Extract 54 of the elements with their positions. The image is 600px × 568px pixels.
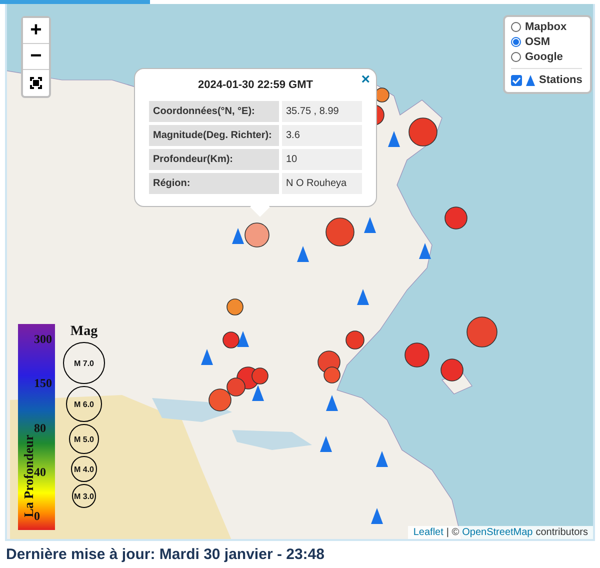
last-update-text: Dernière mise à jour: Mardi 30 janvier - 23:48: [5, 545, 326, 565]
earthquake-marker[interactable]: [444, 206, 468, 230]
scale-label: 40: [34, 464, 47, 479]
magnitude-circle: M 5.0: [69, 424, 99, 454]
earthquake-marker[interactable]: [244, 222, 270, 248]
table-cell: Magnitude(Deg. Richter):: [149, 125, 279, 146]
scale-label: 80: [34, 420, 47, 435]
layer-label[interactable]: Mapbox: [525, 21, 567, 33]
table-cell: Coordonnées(°N, °E):: [149, 101, 279, 122]
overlay-label[interactable]: Stations: [539, 74, 582, 86]
station-icon[interactable]: [252, 385, 264, 401]
radio-button[interactable]: [511, 22, 521, 32]
magnitude-circle: M 4.0: [71, 456, 97, 482]
station-icon: [526, 74, 535, 86]
radio-button[interactable]: [511, 52, 521, 62]
scale-label: 300: [34, 332, 52, 347]
legend-title: Mag: [70, 324, 98, 340]
earthquake-marker[interactable]: [346, 330, 364, 350]
table-cell: 35.75 , 8.99: [282, 101, 362, 122]
leaflet-link[interactable]: Leaflet: [413, 527, 444, 538]
attribution-text: | ©: [446, 527, 460, 538]
scale-label: 0: [34, 509, 41, 524]
earthquake-marker[interactable]: [408, 118, 438, 146]
fullscreen-icon[interactable]: [30, 77, 42, 89]
layer-label[interactable]: Google: [525, 51, 563, 63]
close-button[interactable]: ×: [361, 71, 370, 88]
earthquake-marker[interactable]: [208, 388, 232, 412]
openstreetmap-link[interactable]: OpenStreetMap: [462, 527, 533, 538]
earthquake-marker[interactable]: [226, 378, 246, 396]
earthquake-marker[interactable]: [324, 366, 340, 384]
table-cell: 3.6: [282, 125, 362, 146]
earthquake-marker[interactable]: [404, 342, 430, 368]
scale-label: 150: [34, 376, 52, 392]
checkbox[interactable]: [511, 74, 522, 86]
station-icon[interactable]: [237, 331, 249, 347]
zoom-in-button[interactable]: +: [23, 18, 49, 44]
earthquake-marker[interactable]: [222, 332, 240, 348]
layer-label[interactable]: OSM: [525, 36, 550, 48]
earthquake-marker[interactable]: [326, 218, 354, 246]
table-cell: 10: [282, 149, 362, 170]
earthquake-marker[interactable]: [252, 368, 268, 384]
magnitude-circle: M 7.0: [63, 342, 105, 384]
earthquake-marker[interactable]: [466, 316, 498, 348]
table-cell: Profondeur(Km):: [149, 149, 279, 170]
table-cell: Région:: [149, 173, 279, 194]
table-cell: N O Rouheya: [282, 173, 362, 194]
earthquake-marker[interactable]: [374, 88, 390, 102]
popup-title: 2024-01-30 22:59 GMT: [197, 79, 314, 91]
attribution-text: contributors: [536, 527, 588, 538]
radio-button[interactable]: [511, 37, 521, 47]
magnitude-circle: M 3.0: [72, 484, 96, 508]
magnitude-circle: M 6.0: [66, 386, 102, 422]
earthquake-marker[interactable]: [226, 298, 244, 316]
earthquake-marker[interactable]: [440, 358, 464, 382]
